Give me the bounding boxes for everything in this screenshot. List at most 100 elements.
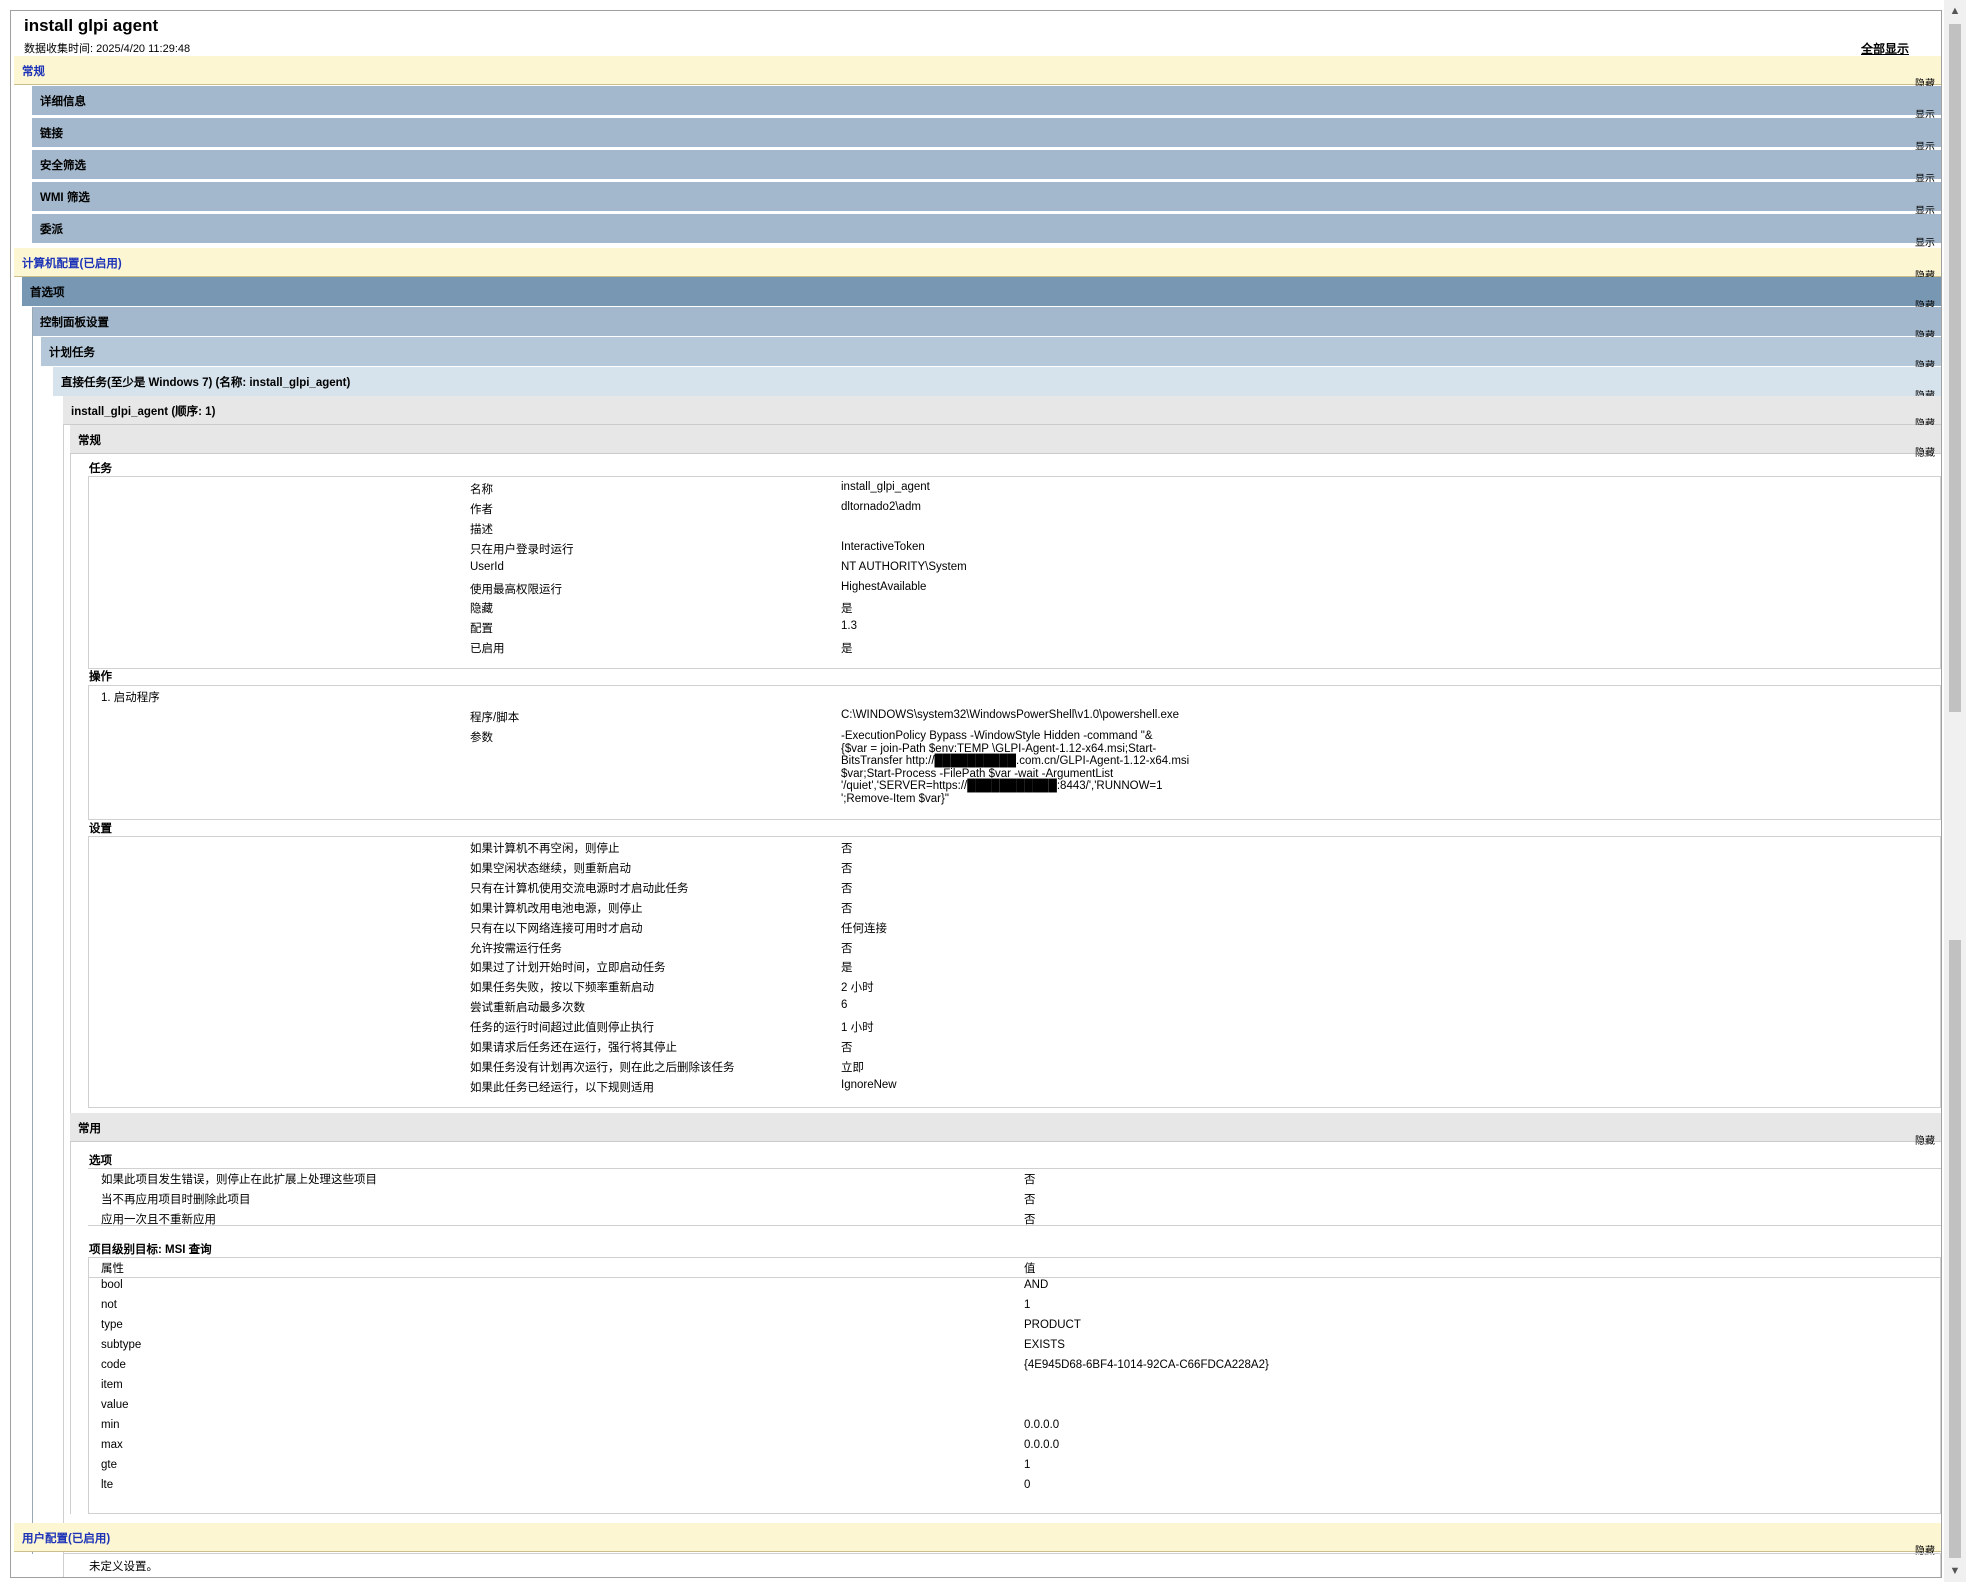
- row-value: 1: [1024, 1299, 1031, 1311]
- table-row: 只在用户登录时运行 InteractiveToken: [11, 541, 1911, 561]
- row-key: subtype: [101, 1339, 142, 1351]
- table-row: 已启用 是: [11, 640, 1911, 660]
- row-value: IgnoreNew: [841, 1078, 897, 1091]
- table-row: 如果任务没有计划再次运行，则在此之后删除该任务 立即: [11, 1059, 1911, 1079]
- show-all-link[interactable]: 全部显示: [1861, 40, 1909, 57]
- section-scheduled-tasks[interactable]: 计划任务 隐藏: [41, 337, 1941, 372]
- row-value: 1 小时: [841, 1022, 874, 1035]
- row-key: 只在用户登录时运行: [470, 543, 574, 556]
- row-value: 否: [841, 862, 853, 875]
- section-control-panel[interactable]: 控制面板设置 隐藏: [32, 307, 1941, 342]
- section-wmi-filter[interactable]: WMI 筛选 显示: [32, 182, 1941, 217]
- scroll-up-arrow-icon[interactable]: ▲: [1944, 0, 1966, 22]
- table-row: 名称 install_glpi_agent: [11, 481, 1911, 501]
- divider: [88, 1277, 1941, 1278]
- user-config-note: 未定义设置。: [89, 1561, 158, 1573]
- show-toggle[interactable]: 显示: [1915, 234, 1935, 249]
- task-heading: 任务: [89, 463, 112, 475]
- section-preferences-label: 首选项: [30, 287, 65, 299]
- row-key: 尝试重新启动最多次数: [470, 1002, 585, 1015]
- section-general-label: 常规: [22, 66, 45, 78]
- row-key: 如果计算机不再空闲，则停止: [470, 843, 620, 855]
- table-row: 隐藏 是: [11, 600, 1911, 620]
- table-row: 如果请求后任务还在运行，强行将其停止 否: [11, 1039, 1911, 1059]
- section-task-general[interactable]: 常规 隐藏: [70, 425, 1941, 459]
- row-value: PRODUCT: [1024, 1319, 1081, 1331]
- section-security-filter-label: 安全筛选: [40, 160, 86, 172]
- args-line: -ExecutionPolicy Bypass -WindowStyle Hid…: [841, 730, 1153, 742]
- row-value: 1.3: [841, 620, 857, 633]
- report-window: install glpi agent 数据收集时间: 2025/4/20 11:…: [10, 10, 1942, 1578]
- row-key: 使用最高权限运行: [470, 583, 562, 596]
- row-key: 如果任务失败，按以下频率重新启动: [470, 982, 654, 995]
- args-label: 参数: [470, 732, 493, 744]
- table-row: 如果计算机不再空闲，则停止 否: [11, 840, 1911, 860]
- action-item: 1. 启动程序: [101, 692, 160, 704]
- table-row: subtype EXISTS: [11, 1339, 1911, 1359]
- section-task-item[interactable]: install_glpi_agent (顺序: 1) 隐藏: [63, 396, 1941, 430]
- row-key: 当不再应用项目时删除此项目: [101, 1194, 251, 1206]
- section-immediate-task-label: 直接任务(至少是 Windows 7) (名称: install_glpi_ag…: [61, 377, 351, 389]
- table-row: 任务的运行时间超过此值则停止执行 1 小时: [11, 1019, 1911, 1039]
- hide-toggle[interactable]: 隐藏: [1915, 444, 1935, 459]
- section-delegation[interactable]: 委派 显示: [32, 214, 1941, 249]
- section-security-filter[interactable]: 安全筛选 显示: [32, 150, 1941, 185]
- section-details-label: 详细信息: [40, 96, 86, 108]
- row-value: 0.0.0.0: [1024, 1439, 1060, 1451]
- row-value: 2 小时: [841, 982, 874, 995]
- table-row: gte 1: [11, 1459, 1911, 1479]
- table-row: 当不再应用项目时删除此项目 否: [11, 1191, 1911, 1211]
- section-delegation-label: 委派: [40, 224, 63, 236]
- table-row: bool AND: [11, 1279, 1911, 1299]
- section-details[interactable]: 详细信息 显示: [32, 86, 1941, 121]
- table-row: 尝试重新启动最多次数 6: [11, 999, 1911, 1019]
- section-task-item-label: install_glpi_agent (顺序: 1): [71, 406, 216, 418]
- table-row: 允许按需运行任务 否: [11, 940, 1911, 960]
- collection-time: 数据收集时间: 2025/4/20 11:29:48: [24, 43, 191, 55]
- row-key: value: [101, 1399, 129, 1411]
- divider: [88, 1225, 1941, 1226]
- section-links[interactable]: 链接 显示: [32, 118, 1941, 153]
- row-value: dltornado2\adm: [841, 500, 921, 513]
- scroll-thumb-lower[interactable]: [1949, 940, 1961, 1558]
- row-key: 如果此任务已经运行，以下规则适用: [470, 1081, 654, 1094]
- row-key: max: [101, 1439, 123, 1451]
- vertical-scrollbar[interactable]: ▲ ▼: [1944, 0, 1966, 1582]
- table-row: value: [11, 1399, 1911, 1419]
- section-task-general-label: 常规: [78, 435, 101, 447]
- section-computer-config[interactable]: 计算机配置(已启用) 隐藏: [14, 248, 1941, 282]
- args-line: ';Remove-Item $var}": [841, 792, 949, 805]
- row-key: 描述: [470, 523, 493, 536]
- divider: [88, 1168, 1941, 1169]
- section-common[interactable]: 常用 隐藏: [70, 1113, 1941, 1147]
- section-immediate-task[interactable]: 直接任务(至少是 Windows 7) (名称: install_glpi_ag…: [53, 367, 1941, 402]
- table-row: min 0.0.0.0: [11, 1419, 1911, 1439]
- targeting-heading: 项目级别目标: MSI 查询: [89, 1244, 212, 1256]
- user-config-panel: [63, 1553, 1941, 1577]
- table-row: not 1: [11, 1299, 1911, 1319]
- scroll-down-arrow-icon[interactable]: ▼: [1944, 1560, 1966, 1582]
- table-row: 只有在以下网络连接可用时才启动 任何连接: [11, 920, 1911, 940]
- hide-toggle[interactable]: 隐藏: [1915, 1132, 1935, 1147]
- table-row: UserId NT AUTHORITY\System: [11, 561, 1911, 581]
- row-value: 6: [841, 999, 848, 1012]
- table-row: lte 0: [11, 1479, 1911, 1499]
- program-label: 程序/脚本: [470, 712, 520, 724]
- row-key: 如果计算机改用电池电源，则停止: [470, 902, 643, 915]
- row-value: 1: [1024, 1459, 1031, 1471]
- row-value: 0: [1024, 1479, 1031, 1491]
- table-row: code {4E945D68-6BF4-1014-92CA-C66FDCA228A…: [11, 1359, 1911, 1379]
- row-key: 只有在以下网络连接可用时才启动: [470, 922, 643, 935]
- args-line: '/quiet','SERVER=https://███████████:844…: [841, 780, 1163, 792]
- scroll-thumb[interactable]: [1949, 24, 1961, 712]
- section-general[interactable]: 常规 隐藏: [14, 56, 1941, 90]
- row-value: 否: [841, 843, 853, 855]
- row-key: not: [101, 1299, 117, 1311]
- program-value: C:\WINDOWS\system32\WindowsPowerShell\v1…: [841, 709, 1180, 721]
- section-user-config[interactable]: 用户配置(已启用) 隐藏: [14, 1523, 1941, 1557]
- table-row: 只有在计算机使用交流电源时才启动此任务 否: [11, 880, 1911, 900]
- row-value: 否: [841, 1042, 853, 1054]
- row-value: 是: [841, 962, 853, 975]
- section-preferences[interactable]: 首选项 隐藏: [22, 277, 1941, 312]
- table-row: max 0.0.0.0: [11, 1439, 1911, 1459]
